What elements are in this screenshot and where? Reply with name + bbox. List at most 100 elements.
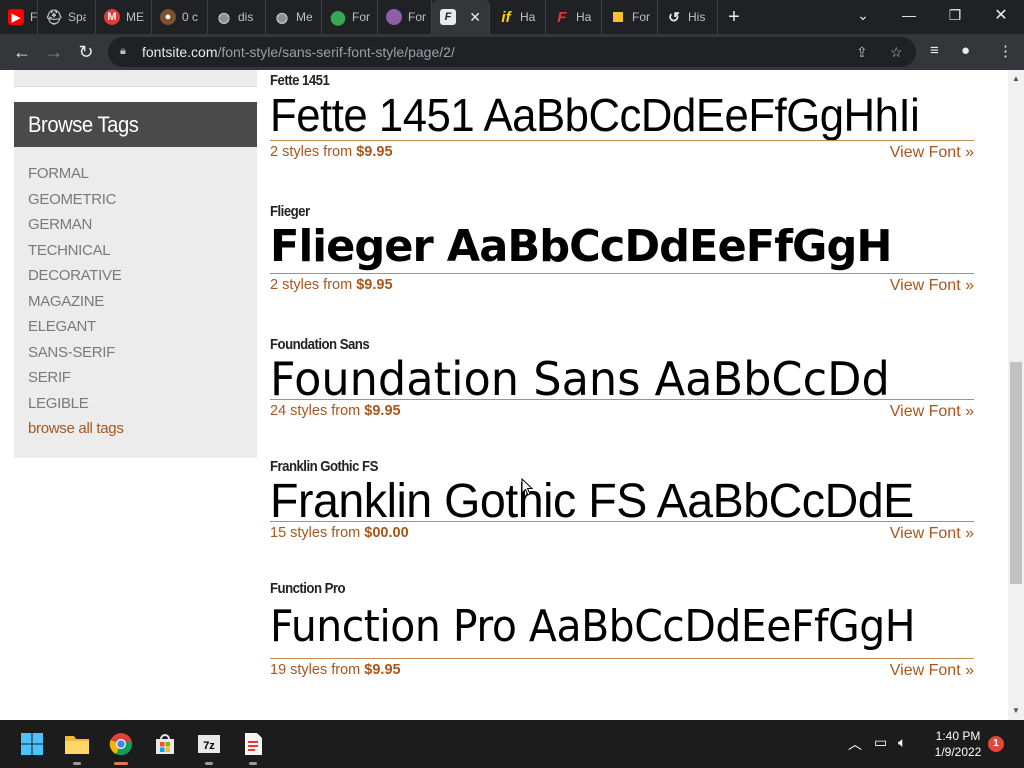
tag-link-geometric[interactable]: GEOMETRIC xyxy=(28,187,257,213)
url-host: fontsite.com xyxy=(142,44,218,60)
tab-11[interactable]: For xyxy=(602,0,658,34)
chrome-icon[interactable] xyxy=(105,728,137,765)
font-entry-fette-1451: Fette 1451 Fette 1451 AaBbCcDdEeFfGgHhIi… xyxy=(270,72,974,163)
minimize-button[interactable]: — xyxy=(886,0,932,30)
restore-button[interactable]: ❐ xyxy=(932,0,978,30)
tag-list: FORMAL GEOMETRIC GERMAN TECHNICAL DECORA… xyxy=(14,147,257,442)
browse-all-tags-link[interactable]: browse all tags xyxy=(28,416,257,442)
tab-fontsite-active[interactable]: F ✕ xyxy=(432,0,490,34)
profile-avatar-icon[interactable]: ● xyxy=(961,42,970,59)
page-viewport: Browse Tags FORMAL GEOMETRIC GERMAN TECH… xyxy=(0,70,1008,720)
tag-link-german[interactable]: GERMAN xyxy=(28,212,257,238)
7zip-icon[interactable]: 7z xyxy=(193,728,225,765)
font-pricing: 19 styles from $9.95 View Font » xyxy=(270,659,974,681)
tab-3[interactable]: ● 0 c xyxy=(152,0,208,34)
close-icon[interactable]: ✕ xyxy=(469,9,481,26)
price: $9.95 xyxy=(356,277,393,293)
font-pricing: 2 styles from $9.95 View Font » xyxy=(270,141,974,163)
windows-start-icon[interactable] xyxy=(16,728,48,760)
tab-10[interactable]: F Ha xyxy=(546,0,602,34)
back-button[interactable]: ← xyxy=(6,36,38,68)
view-font-link[interactable]: View Font » xyxy=(890,523,974,545)
lock-icon: 🔒︎ xyxy=(120,45,126,57)
new-tab-button[interactable]: + xyxy=(718,0,750,34)
microsoft-store-icon[interactable] xyxy=(149,728,181,760)
tab-search-chevron-icon[interactable]: ⌄ xyxy=(840,0,886,30)
clock-date: 1/9/2022 xyxy=(934,745,982,759)
reload-button[interactable]: ↻ xyxy=(70,36,102,68)
cookie-icon: ● xyxy=(160,9,176,25)
view-font-link[interactable]: View Font » xyxy=(890,660,974,682)
tab-4[interactable]: ◍ dis xyxy=(208,0,266,34)
if-logo-icon: if xyxy=(501,8,511,26)
scroll-up-arrow-icon[interactable]: ▲ xyxy=(1008,72,1024,86)
font-sample[interactable]: Franklin Gothic FS AaBbCcDdE xyxy=(270,475,953,521)
f-script-icon: F xyxy=(557,8,567,26)
media-queue-icon[interactable]: ≡ xyxy=(930,42,939,59)
fontsite-icon: F xyxy=(440,9,456,25)
style-count: 15 styles from xyxy=(270,525,361,541)
chevron-up-icon[interactable]: ︿ xyxy=(848,734,862,754)
windows-taskbar: 7z ︿ ▭ 🔈︎ 1:40 PM 1/9/2022 xyxy=(0,720,1024,768)
volume-icon[interactable]: 🔈︎ xyxy=(898,734,906,751)
globe-icon: ◍ xyxy=(275,8,289,25)
purple-brain-icon xyxy=(386,9,402,25)
share-icon[interactable]: ⇪ xyxy=(856,44,868,61)
price: $9.95 xyxy=(364,403,401,419)
bookmark-star-icon[interactable]: ☆ xyxy=(890,44,903,61)
font-sample[interactable]: Flieger AaBbCcDdEeFfGgH xyxy=(270,218,960,273)
tag-link-legible[interactable]: LEGIBLE xyxy=(28,391,257,417)
sidebar-previous-box xyxy=(14,70,257,87)
tag-link-serif[interactable]: SERIF xyxy=(28,365,257,391)
network-icon[interactable]: ▭ xyxy=(874,734,887,751)
font-entry-flieger: Flieger Flieger AaBbCcDdEeFfGgH 2 styles… xyxy=(270,203,974,296)
view-font-link[interactable]: View Font » xyxy=(890,275,974,297)
font-name[interactable]: Foundation Sans xyxy=(270,336,370,353)
font-name[interactable]: Function Pro xyxy=(270,580,346,597)
menu-kebab-icon[interactable]: ⋮ xyxy=(998,42,1013,60)
tab-9[interactable]: if Ha xyxy=(490,0,546,34)
page-scrollbar[interactable]: ▲ ▼ xyxy=(1008,70,1024,720)
tab-2[interactable]: M ME xyxy=(96,0,152,34)
tag-link-formal[interactable]: FORMAL xyxy=(28,161,257,187)
tag-link-decorative[interactable]: DECORATIVE xyxy=(28,263,257,289)
scrollbar-thumb[interactable] xyxy=(1010,362,1022,584)
tab-12[interactable]: ↺ His xyxy=(658,0,718,34)
font-name[interactable]: Franklin Gothic FS xyxy=(270,458,378,475)
maps-pin-icon: ⬤ xyxy=(330,8,346,25)
view-font-link[interactable]: View Font » xyxy=(890,401,974,423)
style-count: 2 styles from xyxy=(270,144,353,160)
tab-5[interactable]: ◍ Me xyxy=(266,0,322,34)
globe-icon: ◍ xyxy=(217,8,231,25)
font-entry-franklin-gothic-fs: Franklin Gothic FS Franklin Gothic FS Aa… xyxy=(270,458,974,544)
tag-link-technical[interactable]: TECHNICAL xyxy=(28,238,257,264)
tag-link-sans-serif[interactable]: SANS-SERIF xyxy=(28,340,257,366)
file-explorer-icon[interactable] xyxy=(61,728,93,765)
font-sample[interactable]: Foundation Sans AaBbCcDd xyxy=(270,352,953,399)
font-pricing: 2 styles from $9.95 View Font » xyxy=(270,274,974,296)
price: $00.00 xyxy=(364,525,409,541)
font-pricing: 15 styles from $00.00 View Font » xyxy=(270,522,974,544)
tag-link-elegant[interactable]: ELEGANT xyxy=(28,314,257,340)
font-sample[interactable]: Function Pro AaBbCcDdEeFfGgH xyxy=(270,598,925,658)
notification-badge[interactable]: 1 xyxy=(988,736,1004,752)
font-sample[interactable]: Fette 1451 AaBbCcDdEeFfGgHhIi xyxy=(270,84,939,140)
tab-7[interactable]: For xyxy=(378,0,432,34)
browse-tags-panel: Browse Tags FORMAL GEOMETRIC GERMAN TECH… xyxy=(14,102,257,458)
tab-1[interactable]: ⛑ Spa xyxy=(38,0,96,34)
clock-time: 1:40 PM xyxy=(935,729,981,743)
tab-0[interactable]: ▶ Fre xyxy=(0,0,38,34)
system-clock[interactable]: 1:40 PM 1/9/2022 xyxy=(928,728,988,760)
view-font-link[interactable]: View Font » xyxy=(890,142,974,164)
yellow-square-icon xyxy=(610,9,626,25)
tab-6[interactable]: ⬤ For xyxy=(322,0,378,34)
browser-toolbar: ← → ↻ 🔒︎ fontsite.com/font-style/sans-se… xyxy=(0,34,1024,70)
document-app-icon[interactable] xyxy=(237,728,269,765)
tag-link-magazine[interactable]: MAGAZINE xyxy=(28,289,257,315)
forward-button[interactable]: → xyxy=(38,36,70,68)
close-window-button[interactable]: ✕ xyxy=(978,0,1024,30)
style-count: 24 styles from xyxy=(270,403,361,419)
style-count: 2 styles from xyxy=(270,277,353,293)
address-bar[interactable]: 🔒︎ fontsite.com/font-style/sans-serif-fo… xyxy=(108,37,916,67)
scroll-down-arrow-icon[interactable]: ▼ xyxy=(1008,704,1024,718)
